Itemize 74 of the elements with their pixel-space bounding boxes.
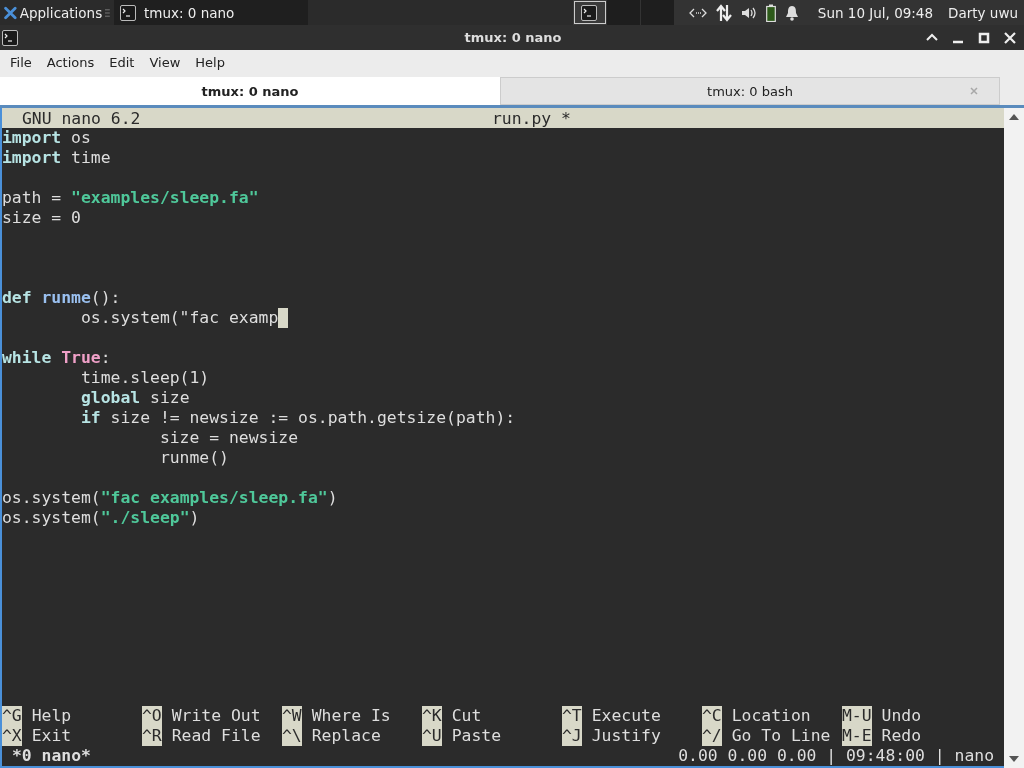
volume-icon[interactable] (740, 5, 757, 20)
shortcut-key: ^X (2, 726, 22, 746)
shortcut-label: Read File (171, 726, 261, 746)
tmux-window-name: *0 nano* (11, 746, 91, 766)
shortcut-key: M-E (842, 726, 872, 746)
window-title: tmux: 0 nano (464, 30, 562, 45)
shortcut-label: Redo (881, 726, 922, 746)
shortcut-label: Where Is (311, 706, 391, 726)
code-line: os.system("./sleep") (2, 508, 200, 528)
shortcut-key: M-U (842, 706, 872, 726)
user-name[interactable]: Darty uwu (948, 4, 1018, 21)
shortcut-label: Location (731, 706, 811, 726)
applications-menu[interactable]: Applications (19, 4, 103, 21)
shortcut-key: ^\ (282, 726, 302, 746)
shortcut-key: ^U (422, 726, 442, 746)
scrollbar[interactable] (1004, 108, 1024, 768)
menu-item[interactable]: Edit (109, 55, 135, 70)
clock[interactable]: Sun 10 Jul, 09:48 (817, 4, 934, 21)
code-line: os.system("fac examples/sleep.fa") (2, 488, 338, 508)
code-line: if size != newsize := os.path.getsize(path): (79, 408, 516, 428)
shortcut-key: ^K (422, 706, 442, 726)
scroll-down-icon[interactable] (1009, 756, 1019, 762)
code-line: runme() (158, 448, 229, 468)
transfer-arrows-icon[interactable] (715, 3, 732, 22)
close-button[interactable] (1004, 31, 1016, 44)
battery-icon[interactable] (765, 3, 776, 22)
shortcut-label: Undo (881, 706, 922, 726)
code-line: import os (2, 128, 91, 148)
maximize-button[interactable] (978, 31, 990, 44)
shortcut-label: Justify (591, 726, 661, 746)
network-icon[interactable] (688, 6, 707, 19)
code-line: size = newsize (158, 428, 299, 448)
shortcut-label: Go To Line (731, 726, 831, 746)
shortcut-key: ^/ (702, 726, 722, 746)
tmux-status-info: 0.00 0.00 0.00 | 09:48:00 | nano (678, 746, 995, 766)
code-line: import time (2, 148, 111, 168)
file-name: run.py * (492, 108, 571, 128)
shortcut-label: Help (31, 706, 72, 726)
taskbar-window-button[interactable]: tmux: 0 nano (114, 0, 308, 25)
bell-icon[interactable] (784, 4, 799, 21)
code-line: size = 0 (2, 208, 81, 228)
menu-item[interactable]: Help (195, 55, 225, 70)
tab[interactable]: tmux: 0 bash (500, 77, 1000, 105)
menu-item[interactable]: View (149, 55, 181, 70)
shortcut-key: ^W (282, 706, 302, 726)
x-logo-icon[interactable] (4, 4, 17, 21)
shortcut-label: Cut (451, 706, 482, 726)
code-line: def runme(): (2, 288, 121, 308)
code-line: while True: (2, 348, 111, 368)
shortcut-key: ^C (702, 706, 722, 726)
terminal-icon (120, 4, 136, 21)
shortcut-label: Paste (451, 726, 502, 746)
shortcut-key: ^R (142, 726, 162, 746)
menu-item[interactable]: Actions (46, 55, 95, 70)
code-line: global size (79, 388, 190, 408)
shortcut-key: ^J (562, 726, 582, 746)
scroll-up-icon[interactable] (1009, 114, 1019, 120)
shortcut-key: ^T (562, 706, 582, 726)
terminal-icon (581, 4, 598, 21)
code-line: time.sleep(1) (79, 368, 210, 388)
code-line: os.system("fac examp (79, 308, 279, 328)
shortcut-key: ^O (142, 706, 162, 726)
shortcut-label: Replace (311, 726, 381, 746)
shortcut-label: Execute (591, 706, 661, 726)
code-line: path = "examples/sleep.fa" (2, 188, 259, 208)
terminal-icon (2, 29, 18, 46)
menu-item[interactable]: File (10, 55, 32, 70)
tab[interactable]: tmux: 0 nano (0, 77, 500, 105)
shortcut-label: Write Out (171, 706, 261, 726)
workspace-button[interactable] (572, 0, 607, 25)
shortcut-label: Exit (31, 726, 72, 746)
separator-handle-icon (105, 7, 110, 18)
shortcut-key: ^G (2, 706, 22, 726)
nano-version: GNU nano 6.2 (21, 108, 141, 128)
